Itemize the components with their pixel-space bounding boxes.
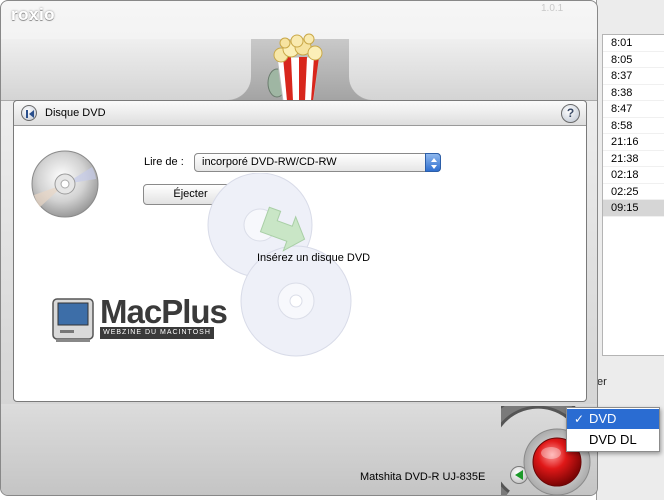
list-item[interactable]: 8:37 bbox=[603, 68, 664, 85]
list-item[interactable]: 8:01 bbox=[603, 35, 664, 52]
back-button[interactable] bbox=[21, 105, 37, 121]
macplus-wordmark: MacPlus bbox=[100, 293, 228, 330]
dvd-panel: Disque DVD ? Lire de : incorporé DVD-RW/… bbox=[13, 100, 587, 402]
source-select-value: incorporé DVD-RW/CD-RW bbox=[202, 156, 337, 168]
list-item[interactable]: 02:25 bbox=[603, 184, 664, 200]
menu-item-label: DVD DL bbox=[589, 432, 637, 447]
panel-header: Disque DVD ? bbox=[14, 101, 586, 126]
macplus-computer-icon bbox=[52, 298, 94, 342]
roxio-logo: roxio bbox=[11, 5, 56, 24]
background-time-list: 8:01 8:05 8:37 8:38 8:47 8:58 21:16 21:3… bbox=[602, 34, 664, 356]
macplus-tagline: WEBZINE DU MACINTOSH bbox=[100, 327, 214, 339]
insert-disc-message: Insérez un disque DVD bbox=[257, 252, 371, 264]
panel-title: Disque DVD bbox=[45, 107, 106, 119]
app-window: roxio 1.0.1 Disque DVD ? Lire de: incor… bbox=[0, 0, 598, 496]
help-button[interactable]: ? bbox=[561, 104, 580, 123]
list-item[interactable]: 8:58 bbox=[603, 118, 664, 134]
checkmark-icon: ✓ bbox=[574, 412, 585, 426]
disc-icon bbox=[31, 150, 99, 218]
select-arrows-icon bbox=[425, 153, 441, 172]
list-item[interactable]: 02:18 bbox=[603, 167, 664, 184]
insert-disc-illustration bbox=[207, 173, 352, 357]
list-item[interactable]: 8:05 bbox=[603, 52, 664, 68]
list-item[interactable]: 21:16 bbox=[603, 134, 664, 151]
disc-format-menu: ✓ DVD DVD DL bbox=[566, 407, 660, 452]
menu-item-dvd-dl[interactable]: DVD DL bbox=[567, 430, 659, 450]
toolbar-right-shelf bbox=[349, 39, 597, 101]
menu-item-dvd[interactable]: ✓ DVD bbox=[567, 409, 659, 429]
source-drive-select[interactable]: incorporé DVD-RW/CD-RW bbox=[194, 153, 441, 172]
background-side-text: er bbox=[597, 376, 607, 388]
menu-item-label: DVD bbox=[589, 411, 617, 426]
drive-label: Matshita DVD-R UJ-835E bbox=[360, 471, 486, 483]
list-item[interactable]: 8:47 bbox=[603, 101, 664, 118]
back-arrow-icon bbox=[26, 110, 34, 118]
list-item-selected[interactable]: 09:15 bbox=[603, 200, 664, 217]
list-item[interactable]: 21:38 bbox=[603, 151, 664, 167]
popcorn-icon bbox=[267, 33, 323, 102]
toolbar-left-shelf bbox=[1, 39, 251, 101]
list-item[interactable]: 8:38 bbox=[603, 85, 664, 101]
source-label: Lire de : bbox=[144, 156, 184, 168]
version-label: 1.0.1 bbox=[541, 3, 564, 14]
